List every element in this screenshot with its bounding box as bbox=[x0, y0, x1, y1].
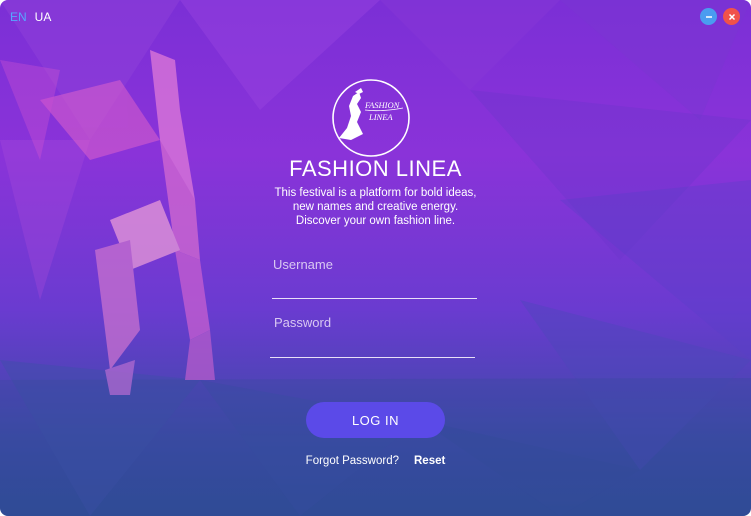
svg-text:FASHION: FASHION bbox=[364, 100, 401, 110]
forgot-password-text: Forgot Password? bbox=[305, 455, 399, 467]
svg-text:LINEA: LINEA bbox=[368, 112, 393, 122]
fashion-linea-logo: FASHION LINEA bbox=[332, 79, 410, 157]
login-button[interactable]: LOG IN bbox=[306, 402, 445, 438]
login-window: EN UA FASHION LINEA FASHION LINEA This f… bbox=[0, 0, 751, 516]
language-switcher: EN UA bbox=[10, 10, 51, 24]
description-line-3: Discover your own fashion line. bbox=[295, 215, 456, 227]
window-controls bbox=[700, 8, 740, 25]
password-input[interactable] bbox=[271, 333, 478, 357]
close-icon bbox=[728, 13, 735, 20]
minimize-button[interactable] bbox=[700, 8, 717, 25]
forgot-password-row: Forgot Password? Reset bbox=[0, 455, 751, 467]
language-option-en[interactable]: EN bbox=[10, 10, 27, 24]
close-button[interactable] bbox=[723, 8, 740, 25]
app-description: This festival is a platform for bold ide… bbox=[225, 186, 526, 228]
description-line-2: new names and creative energy. bbox=[292, 201, 459, 213]
username-input[interactable] bbox=[273, 274, 480, 298]
username-label: Username bbox=[273, 257, 333, 272]
minus-icon bbox=[705, 15, 712, 18]
reset-link[interactable]: Reset bbox=[414, 455, 445, 467]
username-underline bbox=[272, 298, 477, 299]
description-line-1: This festival is a platform for bold ide… bbox=[274, 187, 477, 199]
password-label: Password bbox=[274, 315, 332, 330]
language-option-ua[interactable]: UA bbox=[35, 10, 52, 24]
app-title: FASHION LINEA bbox=[289, 156, 462, 181]
password-underline bbox=[270, 357, 475, 358]
